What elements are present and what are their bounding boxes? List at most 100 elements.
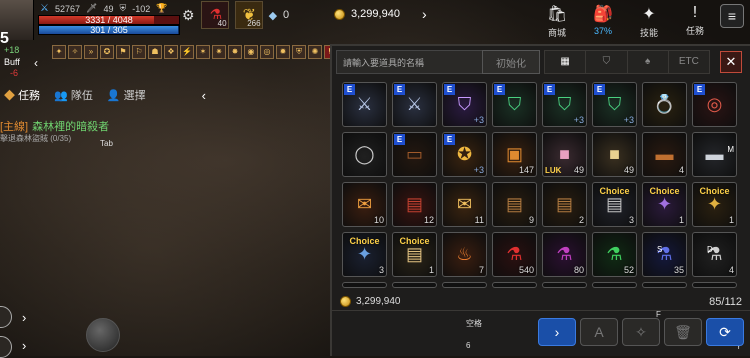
item-slot-treasure-chest-light[interactable]: ✉ 11 <box>442 182 487 227</box>
item-slot-purple-shield-amulet[interactable]: ⛉ E +3 <box>442 82 487 127</box>
green-shield-amulet-icon: ⛉ <box>507 94 522 114</box>
item-slot-partial[interactable] <box>442 282 487 288</box>
tab-party[interactable]: 👥 隊伍 <box>54 87 93 103</box>
item-slot-blue-potion[interactable]: ⚗ 35 S <box>642 232 687 277</box>
trash-button[interactable]: 🗑 <box>664 318 702 346</box>
hotkey-label: D <box>707 245 713 254</box>
silver-sword-amulet-icon: ⚔ <box>356 94 373 114</box>
collapse-panel-icon[interactable]: ‹ <box>202 88 206 103</box>
key-hint-space: 空格 <box>466 319 482 328</box>
item-slot-green-shield-amulet[interactable]: ⛉ E +3 <box>542 82 587 127</box>
item-slot-partial[interactable] <box>592 282 637 288</box>
item-slot-silver-sword-amulet[interactable]: ⚔ E <box>392 82 437 127</box>
sword-icon: 🗡 <box>86 3 98 13</box>
feather-slot[interactable]: ❦ 266 <box>234 1 263 29</box>
chevron-right-icon[interactable]: › <box>22 310 26 325</box>
joystick[interactable] <box>86 318 120 352</box>
item-slot-bronze-box[interactable]: ▬ 4 <box>642 132 687 177</box>
item-slot-partial[interactable] <box>692 282 737 288</box>
buff-label[interactable]: Buff <box>4 57 20 67</box>
menu-quest[interactable]: ! 任務 <box>672 0 718 37</box>
item-slot-clear-potion[interactable]: ⚗ 4 D <box>692 232 737 277</box>
sort-button[interactable]: ⟳ <box>706 318 744 346</box>
item-slot-choice-chest[interactable]: ✦ 3 Choice <box>342 232 387 277</box>
filter-tab-3[interactable]: ETC <box>669 51 709 73</box>
item-count: 35 <box>673 265 684 275</box>
reset-button[interactable]: 初始化 <box>482 50 540 74</box>
green-shield-amulet-icon: ⛉ <box>607 94 622 114</box>
close-icon[interactable]: ✕ <box>720 51 742 73</box>
tab-select[interactable]: 👤 選擇 <box>107 87 146 103</box>
menu-skill[interactable]: ✦ 技能 <box>626 0 672 39</box>
tab-key-hint: Tab <box>100 139 113 148</box>
item-slot-partial[interactable] <box>642 282 687 288</box>
enchant-badge: E <box>394 84 405 95</box>
item-count: 540 <box>518 265 534 275</box>
item-count: 2 <box>578 215 584 225</box>
hp-bar: 3331 / 4048 <box>38 15 180 25</box>
item-slot-partial[interactable] <box>492 282 537 288</box>
item-slot-gold-crest[interactable]: ✪ E +3 <box>442 132 487 177</box>
item-slot-silver-box[interactable]: ▬ M <box>692 132 737 177</box>
hamburger-menu-icon[interactable]: ≡ <box>720 4 744 28</box>
enchant-badge: E <box>494 84 505 95</box>
item-slot-partial[interactable] <box>342 282 387 288</box>
auto-button[interactable]: A <box>580 318 618 346</box>
item-slot-green-shield-amulet[interactable]: ⛉ E +3 <box>592 82 637 127</box>
item-slot-luk-box[interactable]: ■ 49 LUK <box>542 132 587 177</box>
item-slot-orange-chest[interactable]: ▣ 147 <box>492 132 537 177</box>
filter-tab-2[interactable]: ♠ <box>628 51 669 73</box>
enchant-badge: E <box>394 134 405 145</box>
item-slot-partial[interactable] <box>542 282 587 288</box>
item-count: 3 <box>628 215 634 225</box>
item-slot-treasure-chest-red[interactable]: ▤ 12 <box>392 182 437 227</box>
buff-icon: ✸ <box>228 45 242 59</box>
item-slot-emerald-ring[interactable]: 💍 <box>642 82 687 127</box>
shield-icon: ⛨ <box>119 3 127 13</box>
item-slot-choice-chest[interactable]: ▤ 1 Choice <box>392 232 437 277</box>
item-slot-choice-chest[interactable]: ✦ 1 Choice <box>692 182 737 227</box>
buff-plus: +18 <box>4 45 20 55</box>
item-slot-leather-belt[interactable]: ▭ E <box>392 132 437 177</box>
item-slot-choice-chest[interactable]: ▤ 3 Choice <box>592 182 637 227</box>
item-count: 4 <box>678 165 684 175</box>
pin-button[interactable]: ✧ <box>622 318 660 346</box>
item-slot-gold-box[interactable]: ■ 49 <box>592 132 637 177</box>
item-slot-green-shield-amulet[interactable]: ⛉ E <box>492 82 537 127</box>
item-slot-fire-potion[interactable]: ♨ 7 <box>442 232 487 277</box>
menu-bag[interactable]: 🎒 37% <box>580 0 626 36</box>
buff-icon: ⚡ <box>180 45 194 59</box>
menu-shop[interactable]: 🛍 商城 <box>534 0 580 39</box>
filter-tabs: ▦ ⛉ ♠ ETC <box>544 50 710 74</box>
coin-icon <box>334 8 345 20</box>
item-slot-treasure-chest-gold[interactable]: ✉ 10 <box>342 182 387 227</box>
combat-power: 52767 <box>54 3 80 14</box>
item-slot-silver-ring[interactable]: ◯ <box>342 132 387 177</box>
next-button[interactable]: › <box>538 318 576 346</box>
filter-tab-0[interactable]: ▦ <box>545 51 587 73</box>
item-slot-red-ring[interactable]: ◎ E <box>692 82 737 127</box>
top-chevron-right-icon[interactable]: › <box>422 6 427 22</box>
item-slot-red-potion[interactable]: ⚗ 540 <box>492 232 537 277</box>
item-slot-silver-sword-amulet[interactable]: ⚔ E <box>342 82 387 127</box>
red-ring-icon: ◎ <box>706 94 723 114</box>
item-slot-wood-chest[interactable]: ▤ 2 <box>542 182 587 227</box>
item-slot-purple-potion[interactable]: ⚗ 80 <box>542 232 587 277</box>
key-hint-6: 6 <box>466 341 471 350</box>
gear-icon[interactable]: ⚙ <box>182 7 195 24</box>
buff-icon: ❖ <box>164 45 178 59</box>
chevron-right-icon-2[interactable]: › <box>22 338 26 353</box>
item-slot-wood-chest[interactable]: ▤ 9 <box>492 182 537 227</box>
buff-expand-icon[interactable]: ‹ <box>34 56 38 70</box>
inventory-actions: 空格 6 F Y › A ✧ 🗑 ⟳ <box>332 310 750 358</box>
buff-icon: ◉ <box>244 45 258 59</box>
item-slot-choice-chest[interactable]: ✦ 1 Choice <box>642 182 687 227</box>
filter-tab-1[interactable]: ⛉ <box>586 51 628 73</box>
potion-slot[interactable]: ⚗ 40 <box>200 1 229 29</box>
combat-power-icon: ⚔ <box>40 3 49 14</box>
gem-count: 0 <box>283 9 290 21</box>
quest-entry[interactable]: [主線] 森林裡的暗殺者 <box>0 118 109 134</box>
item-slot-partial[interactable] <box>392 282 437 288</box>
item-slot-green-potion[interactable]: ⚗ 52 <box>592 232 637 277</box>
tab-quest[interactable]: ◆ 任務 <box>4 87 40 103</box>
